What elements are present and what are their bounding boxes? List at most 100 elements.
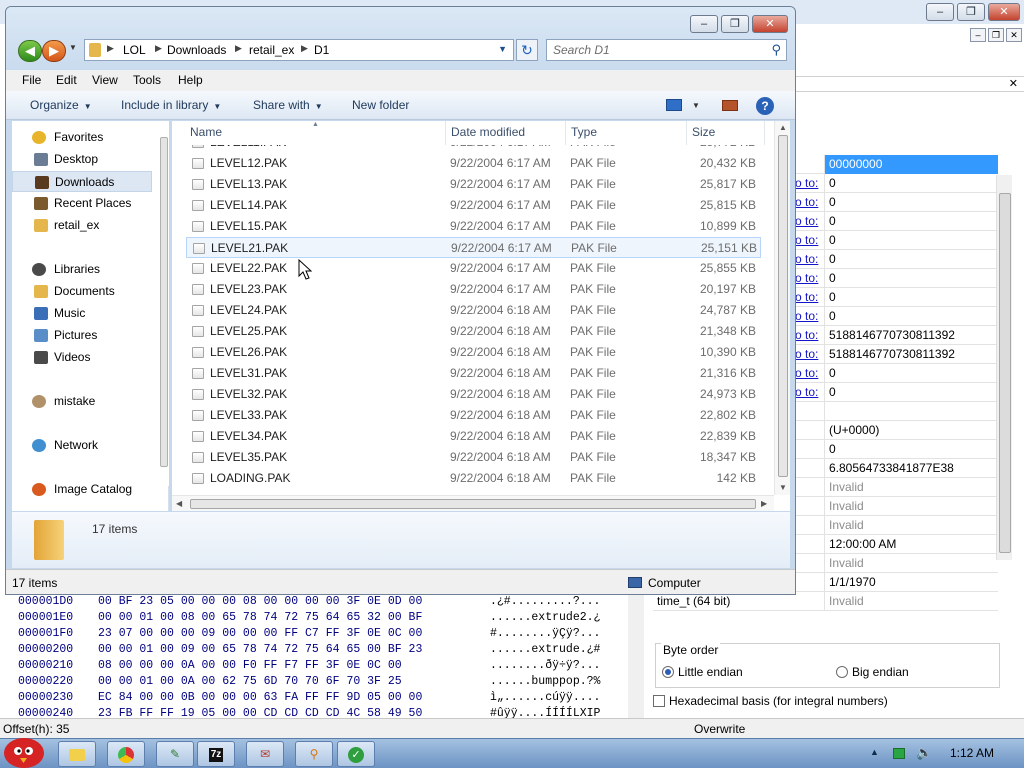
goto-link[interactable]: o to: [795, 250, 818, 269]
breadcrumb-downloads[interactable]: Downloads [167, 43, 226, 57]
inspector-value[interactable]: 0 [824, 269, 998, 288]
nav-item-mistake[interactable]: mistake [12, 391, 152, 412]
taskbar-folder-button[interactable] [58, 741, 96, 767]
hex-ascii[interactable]: ......bumppop.?% [490, 674, 600, 690]
taskbar-chrome-button[interactable] [107, 741, 145, 767]
inspector-value[interactable]: 0 [824, 250, 998, 269]
breadcrumb-d1[interactable]: D1 [314, 43, 329, 57]
doc-minimize-button[interactable]: – [970, 28, 986, 42]
change-view-icon[interactable] [666, 99, 682, 111]
file-row[interactable]: LEVEL21.PAK 9/22/2004 6:17 AM PAK File 25,1… [186, 237, 761, 258]
file-list-hscrollbar[interactable]: ◀ ▶ [172, 495, 774, 511]
doc-restore-button[interactable]: ❐ [988, 28, 1004, 42]
volume-icon[interactable]: 🔈 [916, 745, 932, 761]
nav-item-recent-places[interactable]: Recent Places [12, 193, 152, 214]
search-input[interactable] [553, 42, 753, 58]
forward-button[interactable]: ▶ [42, 40, 66, 62]
column-divider[interactable] [565, 121, 566, 145]
big-endian-radio[interactable] [836, 666, 848, 678]
file-row[interactable]: LEVEL22.PAK 9/22/2004 6:17 AM PAK File 25,8… [186, 258, 761, 279]
hex-dump-view[interactable]: 000001D0 00 BF 23 05 00 00 00 08 00 00 00… [0, 594, 645, 718]
inspector-value[interactable]: (U+0000) [824, 421, 998, 440]
goto-link[interactable]: o to: [795, 383, 818, 402]
address-bar[interactable]: ▶ LOL ▶ Downloads ▶ retail_ex ▶ D1 ▼ [84, 39, 514, 61]
inspector-value[interactable]: 5188146770730811392 [824, 326, 998, 345]
goto-link[interactable]: o to: [795, 345, 818, 364]
preview-pane-icon[interactable] [722, 100, 738, 111]
file-row[interactable]: LEVEL35.PAK 9/22/2004 6:18 AM PAK File 18,3… [186, 447, 761, 468]
inspector-value[interactable]: 00000000 [824, 155, 998, 174]
inspector-value[interactable]: 0 [824, 174, 998, 193]
explorer-minimize-button[interactable]: – [690, 15, 718, 33]
hex-offset[interactable]: 00000210 [18, 658, 73, 674]
goto-link[interactable]: o to: [795, 174, 818, 193]
inspector-value[interactable] [824, 402, 998, 421]
goto-link[interactable]: o to: [795, 231, 818, 250]
breadcrumb-chevron-icon[interactable]: ▶ [301, 43, 308, 54]
nav-pane-scrollbar[interactable] [159, 121, 169, 486]
taskbar-check-button[interactable]: ✓ [337, 741, 375, 767]
breadcrumb-chevron-icon[interactable]: ▶ [155, 43, 162, 54]
address-dropdown-icon[interactable]: ▼ [498, 44, 507, 54]
search-icon[interactable]: ⚲ [771, 42, 781, 58]
file-row[interactable]: LEVEL14.PAK 9/22/2004 6:17 AM PAK File 25,8… [186, 195, 761, 216]
file-row[interactable]: LEVEL24.PAK 9/22/2004 6:18 AM PAK File 24,7… [186, 300, 761, 321]
hex-offset[interactable]: 000001E0 [18, 610, 73, 626]
hex-row[interactable]: 000001F0 23 07 00 00 00 09 00 00 00 FF C7… [0, 626, 628, 642]
hex-offset[interactable]: 00000200 [18, 642, 73, 658]
hex-ascii[interactable]: #........ÿÇÿ?... [490, 626, 600, 642]
file-list-hscroll-thumb[interactable] [190, 499, 756, 509]
search-box[interactable]: ⚲ [546, 39, 787, 61]
hex-bytes[interactable]: 00 00 01 00 09 00 65 78 74 72 75 64 65 0… [98, 642, 422, 658]
menu-view[interactable]: View [92, 73, 118, 87]
taskbar-hex-editor-button[interactable]: ✎ [156, 741, 194, 767]
taskbar-search-button[interactable]: ⚲ [295, 741, 333, 767]
view-options-chevron-icon[interactable]: ▼ [692, 101, 700, 110]
column-divider[interactable] [686, 121, 687, 145]
inspector-value[interactable]: 0 [824, 383, 998, 402]
menu-tools[interactable]: Tools [133, 73, 161, 87]
nav-item-downloads[interactable]: Downloads [12, 171, 152, 192]
column-size[interactable]: Size [692, 125, 715, 139]
inspector-value[interactable]: Invalid [824, 592, 998, 611]
file-row[interactable]: LEVEL12.PAK 9/22/2004 6:17 AM PAK File 20,4… [186, 153, 761, 174]
hex-offset[interactable]: 000001F0 [18, 626, 73, 642]
file-row[interactable]: LEVEL11.PAK 9/22/2004 6:17 AM PAK File 25,7… [186, 145, 761, 153]
goto-link[interactable]: o to: [795, 212, 818, 231]
doc-close-button[interactable]: ✕ [1006, 28, 1022, 42]
inspector-value[interactable]: 0 [824, 307, 998, 326]
minimize-button[interactable]: – [926, 3, 954, 21]
start-button[interactable] [0, 729, 50, 768]
goto-link[interactable]: o to: [795, 307, 818, 326]
hex-bytes[interactable]: 00 00 01 00 0A 00 62 75 6D 70 70 6F 70 3… [98, 674, 402, 690]
explorer-maximize-button[interactable]: ❐ [721, 15, 749, 33]
hex-row[interactable]: 00000210 08 00 00 00 0A 00 00 F0 FF F7 FF… [0, 658, 628, 674]
hex-bytes[interactable]: EC 84 00 00 0B 00 00 00 63 FA FF FF 9D 0… [98, 690, 422, 706]
hex-row[interactable]: 00000220 00 00 01 00 0A 00 62 75 6D 70 70… [0, 674, 628, 690]
nav-item-network[interactable]: Network [12, 435, 152, 456]
inspector-value[interactable]: Invalid [824, 516, 998, 535]
show-hidden-icons-icon[interactable]: ▲ [870, 747, 879, 757]
column-divider[interactable] [445, 121, 446, 145]
menu-edit[interactable]: Edit [56, 73, 77, 87]
hex-bytes[interactable]: 23 FB FF FF 19 05 00 00 CD CD CD CD 4C 5… [98, 706, 422, 718]
hex-offset[interactable]: 000001D0 [18, 594, 73, 610]
hex-offset[interactable]: 00000220 [18, 674, 73, 690]
hex-basis-checkbox[interactable] [653, 695, 665, 707]
inspector-value[interactable]: 1/1/1970 [824, 573, 998, 592]
taskbar-7zip-button[interactable]: 7z [197, 741, 235, 767]
maximize-button[interactable]: ❐ [957, 3, 985, 21]
inspector-value[interactable]: 0 [824, 288, 998, 307]
hex-ascii[interactable]: ........ðÿ÷ÿ?... [490, 658, 600, 674]
file-list-vscrollbar[interactable]: ▲ ▼ [774, 121, 790, 495]
column-type[interactable]: Type [571, 125, 597, 139]
hex-row[interactable]: 00000240 23 FB FF FF 19 05 00 00 CD CD CD… [0, 706, 628, 718]
inspector-value[interactable]: 0 [824, 193, 998, 212]
goto-link[interactable]: o to: [795, 364, 818, 383]
taskbar-paint-button[interactable]: ✉ [246, 741, 284, 767]
network-tray-icon[interactable] [893, 748, 905, 759]
menu-file[interactable]: File [22, 73, 41, 87]
nav-item-favorites[interactable]: Favorites [12, 127, 152, 148]
nav-item-desktop[interactable]: Desktop [12, 149, 152, 170]
goto-link[interactable]: o to: [795, 269, 818, 288]
